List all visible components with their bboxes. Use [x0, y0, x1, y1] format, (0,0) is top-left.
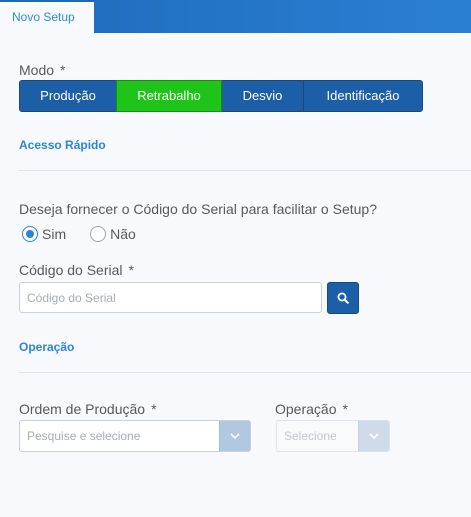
- top-tab-bar: Novo Setup: [0, 0, 471, 33]
- codigo-serial-label: Código do Serial *: [19, 262, 134, 278]
- chevron-down-icon: [230, 433, 240, 439]
- required-mark: *: [128, 262, 134, 278]
- serial-radio-group: Sim Não: [22, 226, 160, 242]
- divider: [19, 372, 471, 373]
- operacao-placeholder: Selecione: [284, 429, 337, 443]
- modo-retrabalho-button[interactable]: Retrabalho: [116, 80, 222, 112]
- ordem-producao-label: Ordem de Produção *: [19, 401, 157, 417]
- modo-desvio-button[interactable]: Desvio: [221, 80, 304, 112]
- radio-sim-label[interactable]: Sim: [42, 226, 66, 242]
- codigo-serial-input[interactable]: [19, 282, 322, 313]
- divider: [19, 170, 471, 171]
- ordem-producao-label-text: Ordem de Produção: [19, 401, 146, 417]
- serial-question: Deseja fornecer o Código do Serial para …: [19, 201, 377, 217]
- operacao-label: Operação *: [275, 401, 348, 417]
- section-acesso-rapido: Acesso Rápido: [19, 138, 106, 152]
- search-serial-button[interactable]: [327, 282, 359, 314]
- required-mark: *: [342, 401, 348, 417]
- required-mark: *: [60, 62, 66, 78]
- operacao-label-text: Operação: [275, 401, 337, 417]
- operacao-select: Selecione: [276, 420, 390, 452]
- modo-producao-button[interactable]: Produção: [19, 80, 117, 112]
- modo-identificacao-button[interactable]: Identificação: [303, 80, 423, 112]
- ordem-producao-dropdown-toggle[interactable]: [219, 421, 250, 451]
- modo-label: Modo *: [19, 62, 65, 78]
- codigo-serial-label-text: Código do Serial: [19, 262, 123, 278]
- radio-nao[interactable]: [90, 226, 107, 242]
- radio-dot: [26, 230, 34, 238]
- radio-sim[interactable]: [22, 226, 38, 242]
- ordem-producao-select[interactable]: Pesquise e selecione: [19, 420, 251, 452]
- modo-segmented-control: Produção Retrabalho Desvio Identificação: [19, 80, 423, 112]
- modo-label-text: Modo: [19, 62, 55, 78]
- radio-nao-label[interactable]: Não: [110, 226, 136, 242]
- chevron-down-icon: [369, 433, 379, 439]
- operacao-dropdown-toggle: [358, 421, 389, 451]
- required-mark: *: [151, 401, 157, 417]
- ordem-producao-placeholder: Pesquise e selecione: [27, 429, 141, 443]
- tab-novo-setup[interactable]: Novo Setup: [0, 0, 94, 33]
- section-operacao: Operação: [19, 340, 75, 354]
- search-icon: [337, 292, 349, 304]
